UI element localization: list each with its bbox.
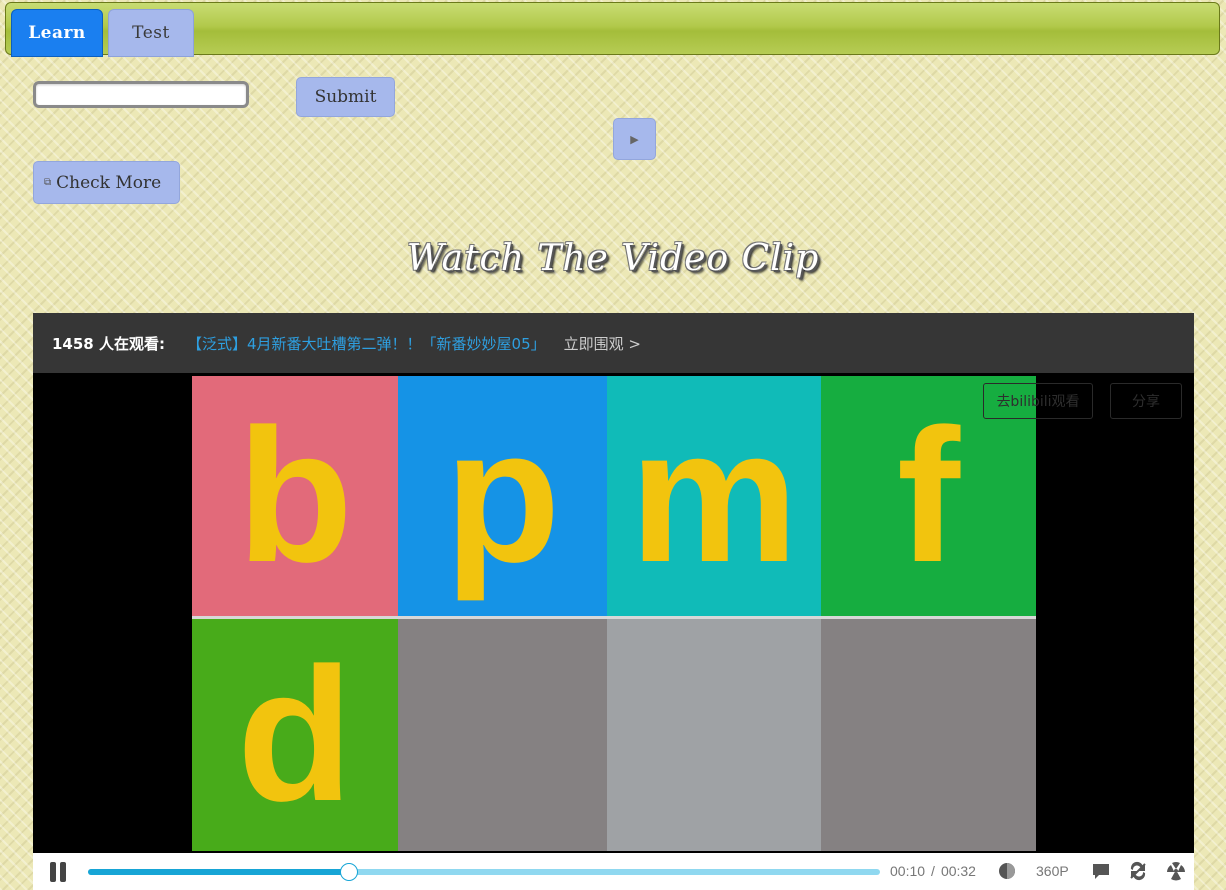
- tab-learn[interactable]: Learn: [11, 9, 103, 57]
- share-button[interactable]: 分享: [1110, 383, 1182, 419]
- watch-now-link[interactable]: 立即围观 >: [564, 333, 641, 354]
- check-more-label: Check More: [56, 172, 162, 193]
- duration: 00:32: [940, 863, 976, 879]
- play-audio-button[interactable]: ▶: [613, 118, 656, 160]
- letter-tile-b: b: [192, 376, 398, 616]
- time-display: 00:10 / 00:32: [890, 863, 976, 879]
- letter-tile-m: m: [607, 376, 821, 616]
- loop-icon[interactable]: [1128, 861, 1148, 881]
- answer-input[interactable]: [33, 81, 249, 108]
- danmaku-icon[interactable]: [1091, 861, 1111, 881]
- play-icon: ▶: [630, 132, 639, 146]
- letter-tile-p: p: [398, 376, 607, 616]
- player-header: 1458 人在观看: 【泛式】4月新番大吐槽第二弹！！「新番妙妙屋05」 立即围…: [33, 313, 1194, 373]
- letter-tile-d: d: [192, 619, 398, 851]
- open-bilibili-button[interactable]: 去bilibili观看: [983, 383, 1093, 419]
- video-frame[interactable]: b p m f d: [192, 376, 1036, 851]
- time-separator: /: [931, 863, 935, 879]
- progress-handle[interactable]: [340, 863, 359, 881]
- viewer-count: 1458 人在观看:: [52, 334, 165, 353]
- video-player[interactable]: 1458 人在观看: 【泛式】4月新番大吐槽第二弹！！「新番妙妙屋05」 立即围…: [33, 313, 1194, 890]
- volume-icon[interactable]: [997, 861, 1017, 881]
- pause-icon[interactable]: [48, 862, 68, 882]
- current-time: 00:10: [890, 863, 926, 879]
- promo-link[interactable]: 【泛式】4月新番大吐槽第二弹！！「新番妙妙屋05」: [187, 333, 546, 354]
- tab-bar: Learn Test: [5, 2, 1220, 57]
- check-more-button[interactable]: ⧉ Check More: [33, 161, 180, 204]
- quality-selector[interactable]: 360P: [1036, 863, 1069, 879]
- blank-tile: [607, 619, 821, 851]
- external-link-icon: ⧉: [44, 177, 52, 188]
- blank-tile: [821, 619, 1036, 851]
- blank-tile: [398, 619, 607, 851]
- player-controls: 00:10 / 00:32 360P: [33, 853, 1194, 890]
- radiation-icon[interactable]: [1166, 861, 1186, 881]
- tab-test[interactable]: Test: [108, 9, 194, 57]
- progress-bar[interactable]: [88, 863, 880, 881]
- submit-button[interactable]: Submit: [296, 77, 395, 117]
- progress-fill: [88, 869, 350, 875]
- section-title: Watch The Video Clip: [406, 238, 820, 279]
